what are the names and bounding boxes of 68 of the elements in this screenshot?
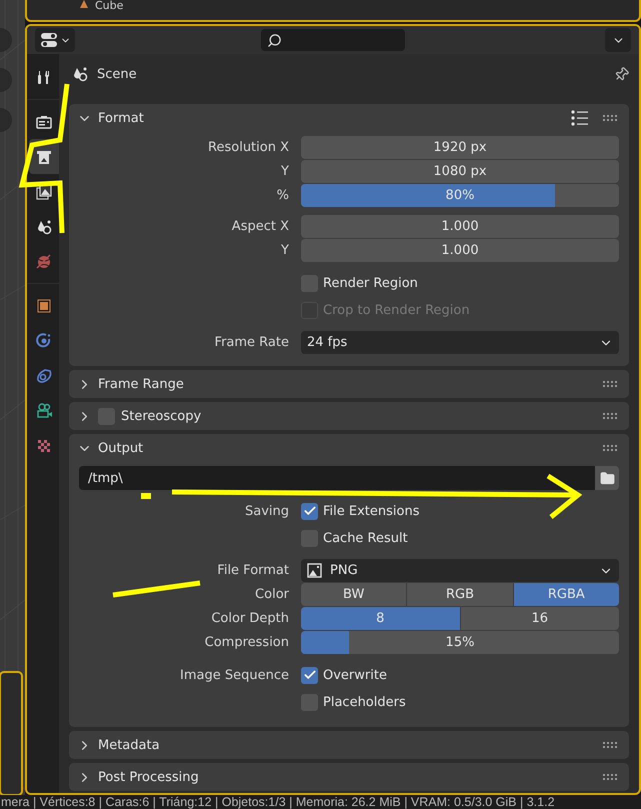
field-label: Color Depth <box>211 611 289 626</box>
field-label: Saving <box>244 504 289 518</box>
number-field[interactable]: 1080 px <box>301 160 619 183</box>
dropdown[interactable]: PNG <box>301 559 619 582</box>
list-icon[interactable] <box>571 110 589 126</box>
outliner-item[interactable]: Cube <box>95 0 124 12</box>
checkbox-label: Render Region <box>323 276 418 290</box>
number-field[interactable]: 1920 px <box>301 136 619 159</box>
number-field[interactable]: 1.000 <box>301 239 619 262</box>
segment-button[interactable]: RGBA <box>514 583 619 606</box>
field-label: Compression <box>204 635 289 650</box>
checkbox-label: Placeholders <box>323 694 406 710</box>
check-icon <box>302 504 316 518</box>
folder-icon <box>600 470 614 486</box>
panel-title[interactable]: Format <box>98 110 144 126</box>
checkbox-label: Crop to Render Region <box>323 302 470 318</box>
field-label: % <box>276 188 289 203</box>
segment-button[interactable]: BW <box>301 583 406 606</box>
ring-icon <box>35 366 53 384</box>
folder-button[interactable] <box>595 466 619 490</box>
slider-field[interactable]: 15% <box>301 631 619 654</box>
status-bar: mera | Vértices:8 | Caras:6 | Triáng:12 | Objetos:1/3 | Memoria: 26.2 MiB | VRAM: 0.5/3.0 GiB | 3.1.2 <box>0 795 641 809</box>
path-field[interactable]: /tmp\ <box>79 466 595 490</box>
grip-icon[interactable] <box>603 114 619 122</box>
toggle-icon <box>40 32 58 48</box>
field-label: Aspect X <box>232 219 289 234</box>
drops-icon <box>35 218 53 236</box>
panel-title[interactable]: Stereoscopy <box>121 408 202 424</box>
field-label: File Format <box>217 563 289 578</box>
grip-icon[interactable] <box>603 380 619 388</box>
panel-title[interactable]: Frame Range <box>98 376 184 392</box>
segment-button[interactable]: RGB <box>407 583 513 606</box>
grip-icon[interactable] <box>603 773 619 781</box>
field-label: Frame Rate <box>214 335 289 350</box>
search-field[interactable] <box>261 29 405 51</box>
editor-type-button[interactable] <box>35 28 75 52</box>
panel-title[interactable]: Post Processing <box>98 770 199 784</box>
segment-button[interactable]: 8 <box>301 607 460 630</box>
field-label: Color <box>255 587 289 602</box>
field-label: Resolution X <box>208 140 289 155</box>
checkbox-label: File Extensions <box>323 504 420 518</box>
field-label: Image Sequence <box>180 668 289 682</box>
panel-title[interactable]: Metadata <box>98 738 160 752</box>
breadcrumb: Scene <box>97 66 137 82</box>
field-label: Y <box>281 243 289 258</box>
panel-title[interactable]: Output <box>98 440 144 456</box>
check-icon <box>302 668 316 682</box>
checkbox[interactable] <box>301 666 318 684</box>
slider-field[interactable]: 80% <box>301 184 619 207</box>
orbit-icon <box>35 332 53 350</box>
dropdown[interactable]: 24 fps <box>301 331 619 354</box>
grip-icon[interactable] <box>603 741 619 749</box>
square-icon <box>35 296 53 314</box>
search-icon <box>267 32 282 48</box>
field-label: Y <box>281 164 289 179</box>
cone-icon <box>79 0 89 10</box>
checkbox-label: Overwrite <box>323 668 387 682</box>
number-field[interactable]: 1.000 <box>301 215 619 238</box>
segment-button[interactable]: 16 <box>460 607 619 630</box>
grip-icon[interactable] <box>603 412 619 420</box>
checkbox[interactable] <box>301 502 318 520</box>
image-icon <box>307 563 322 578</box>
globe-icon <box>35 252 53 270</box>
checkbox-label: Cache Result <box>323 530 408 546</box>
annotation-mark <box>141 493 151 499</box>
grip-icon[interactable] <box>603 444 619 452</box>
drops-icon <box>71 65 89 83</box>
movie-camera-icon <box>35 402 53 420</box>
